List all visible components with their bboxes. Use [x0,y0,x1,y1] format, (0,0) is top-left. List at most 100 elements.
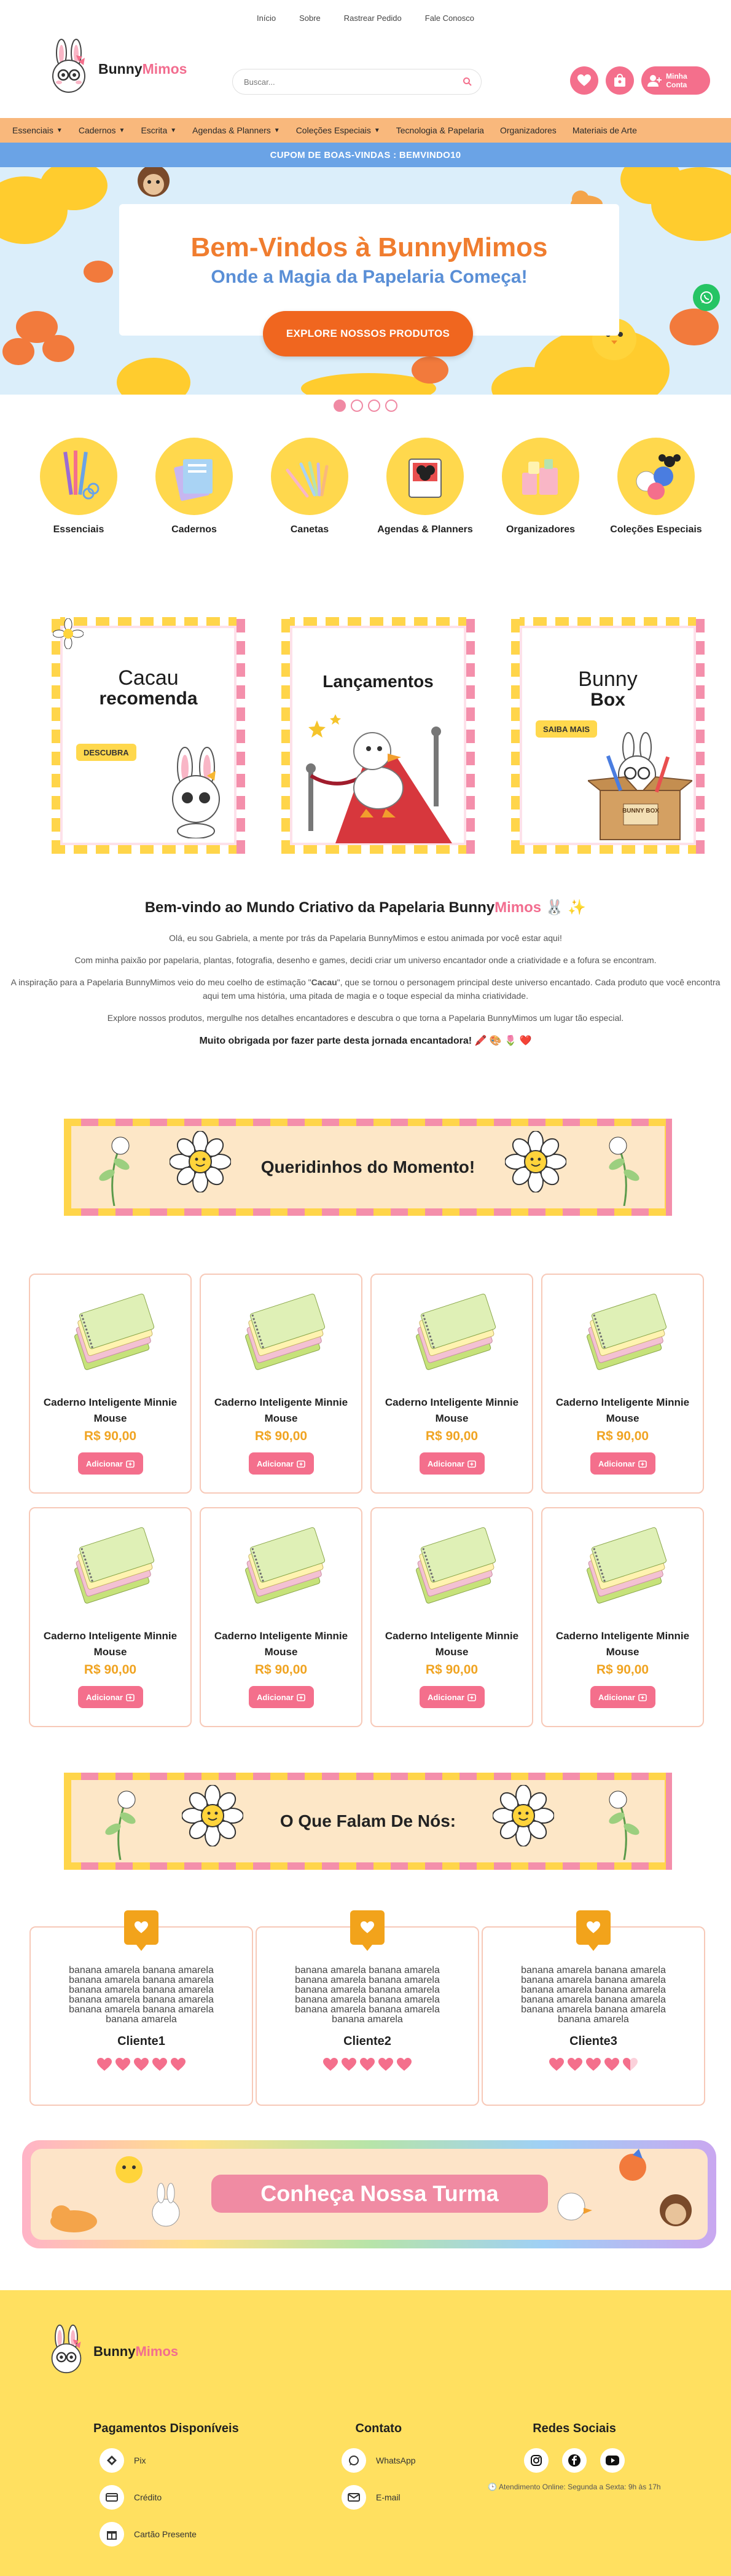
nav-item-tecnologia[interactable]: Tecnologia & Papelaria [396,125,484,135]
instagram-icon[interactable] [524,2448,549,2473]
promo-title: Lançamentos [281,671,475,692]
testimonial-rating [31,2057,252,2072]
bunny-logo-icon [52,39,85,93]
product-card[interactable]: Caderno Inteligente Minnie Mouse R$ 90,00… [370,1274,533,1494]
nav-item-cadernos[interactable]: Cadernos ▼ [79,125,125,135]
add-to-cart-button[interactable]: Adicionar [77,1686,143,1708]
facebook-icon[interactable] [562,2448,587,2473]
product-price: R$ 90,00 [84,1429,137,1443]
payment-credit: Crédito [100,2485,239,2510]
whatsapp-float-button[interactable] [693,284,720,311]
nav-item-colecoes[interactable]: Coleções Especiais ▼ [296,125,380,135]
add-to-cart-button[interactable]: Adicionar [419,1452,485,1475]
explore-products-button[interactable]: EXPLORE NOSSOS PRODUTOS [263,311,473,356]
product-name[interactable]: Caderno Inteligente Minnie Mouse [542,1395,703,1427]
account-button[interactable]: Minha Conta [641,66,710,95]
welcome-title-b: Mimos [495,899,542,916]
category-image [617,438,695,515]
nav-item-organizadores[interactable]: Organizadores [500,125,557,135]
nav-item-materiais[interactable]: Materiais de Arte [573,125,637,135]
brand-name-a: Bunny [93,2344,136,2359]
add-to-cart-button[interactable]: Adicionar [590,1452,655,1475]
cart-plus-icon [638,1460,647,1468]
product-grid: Caderno Inteligente Minnie Mouse R$ 90,00… [29,1274,705,1727]
nav-item-label: Escrita [141,125,168,135]
search-icon[interactable] [461,76,474,88]
add-to-cart-button[interactable]: Adicionar [77,1452,143,1475]
category-canetas[interactable]: Canetas [260,438,359,536]
promo-lancamentos[interactable]: Lançamentos [281,617,475,854]
add-to-cart-label: Adicionar [428,1459,464,1468]
product-name[interactable]: Caderno Inteligente Minnie Mouse [201,1628,361,1660]
product-name[interactable]: Caderno Inteligente Minnie Mouse [542,1628,703,1660]
meet-the-team-banner[interactable]: Conheça Nossa Turma [22,2140,716,2248]
product-card[interactable]: Caderno Inteligente Minnie Mouse R$ 90,00… [200,1274,362,1494]
daisy-icon [493,1785,554,1846]
heart-rating-icon [378,2058,393,2071]
promo-title: Bunny Box [511,669,705,711]
top-link-inicio[interactable]: Início [257,14,276,23]
cart-button[interactable] [606,66,634,95]
top-link-sobre[interactable]: Sobre [299,14,321,23]
nav-item-essenciais[interactable]: Essenciais ▼ [12,125,63,135]
product-card[interactable]: Caderno Inteligente Minnie Mouse R$ 90,00… [29,1507,192,1727]
product-card[interactable]: Caderno Inteligente Minnie Mouse R$ 90,00… [370,1507,533,1727]
top-link-rastrear[interactable]: Rastrear Pedido [344,14,402,23]
add-to-cart-label: Adicionar [428,1692,464,1702]
testimonial-card: banana amarela banana amarela banana ama… [29,1910,253,2106]
slider-dot[interactable] [368,400,380,412]
promo-title-b: Box [590,690,625,710]
product-price: R$ 90,00 [254,1429,308,1443]
footer-wordmark: BunnyMimos [93,2344,178,2360]
nav-item-escrita[interactable]: Escrita ▼ [141,125,176,135]
contact-email[interactable]: E-mail [342,2485,416,2510]
product-name[interactable]: Caderno Inteligente Minnie Mouse [372,1395,532,1427]
notebook-product-image [74,1527,154,1604]
search-input[interactable] [244,77,461,87]
product-card[interactable]: Caderno Inteligente Minnie Mouse R$ 90,00… [29,1274,192,1494]
category-agendas[interactable]: Agendas & Planners [376,438,474,536]
promo-border [52,845,245,854]
promo-tag[interactable]: DESCUBRA [76,744,136,761]
product-name[interactable]: Caderno Inteligente Minnie Mouse [372,1628,532,1660]
add-to-cart-button[interactable]: Adicionar [248,1686,314,1708]
product-card[interactable]: Caderno Inteligente Minnie Mouse R$ 90,00… [200,1507,362,1727]
category-organizadores[interactable]: Organizadores [491,438,590,536]
category-colecoes[interactable]: Coleções Especiais [607,438,705,536]
add-to-cart-button[interactable]: Adicionar [248,1452,314,1475]
whatsapp-icon [342,2448,366,2473]
product-name[interactable]: Caderno Inteligente Minnie Mouse [30,1628,190,1660]
nav-item-label: Essenciais [12,125,53,135]
category-essenciais[interactable]: Essenciais [29,438,128,536]
contact-whatsapp[interactable]: WhatsApp [342,2448,416,2473]
heart-rating-icon [549,2058,564,2071]
promo-border [281,617,290,854]
cart-plus-icon [638,1694,647,1701]
testimonial-text: banana amarela banana amarela banana ama… [69,1965,214,2025]
slider-dot[interactable] [351,400,363,412]
wishlist-button[interactable] [570,66,598,95]
add-to-cart-button[interactable]: Adicionar [590,1686,655,1708]
pix-icon [100,2448,124,2473]
product-name[interactable]: Caderno Inteligente Minnie Mouse [30,1395,190,1427]
category-cadernos[interactable]: Cadernos [145,438,243,536]
logo[interactable]: BunnyMimos [44,38,187,100]
add-to-cart-button[interactable]: Adicionar [419,1686,485,1708]
product-name[interactable]: Caderno Inteligente Minnie Mouse [201,1395,361,1427]
slider-dot[interactable] [385,400,397,412]
gift-icon [100,2522,124,2546]
notebook-product-image [415,1293,496,1370]
welcome-p3-a: A inspiração para a Papelaria BunnyMimos… [10,977,311,987]
promo-title-b: recomenda [99,688,198,709]
product-card[interactable]: Caderno Inteligente Minnie Mouse R$ 90,00… [541,1507,704,1727]
promo-bunny-box[interactable]: Bunny Box SAIBA MAIS BUNNY BOX [511,617,705,854]
footer-logo[interactable]: BunnyMimos [44,2321,178,2382]
top-link-contato[interactable]: Fale Conosco [425,14,474,23]
slider-dot[interactable] [334,400,346,412]
youtube-icon[interactable] [600,2448,625,2473]
bunny-box-icon: BUNNY BOX [588,732,692,840]
contact-title: Contato [355,2422,402,2435]
promo-cacau-recomenda[interactable]: Cacau recomenda DESCUBRA [52,617,245,854]
product-card[interactable]: Caderno Inteligente Minnie Mouse R$ 90,00… [541,1274,704,1494]
nav-item-agendas[interactable]: Agendas & Planners ▼ [192,125,280,135]
